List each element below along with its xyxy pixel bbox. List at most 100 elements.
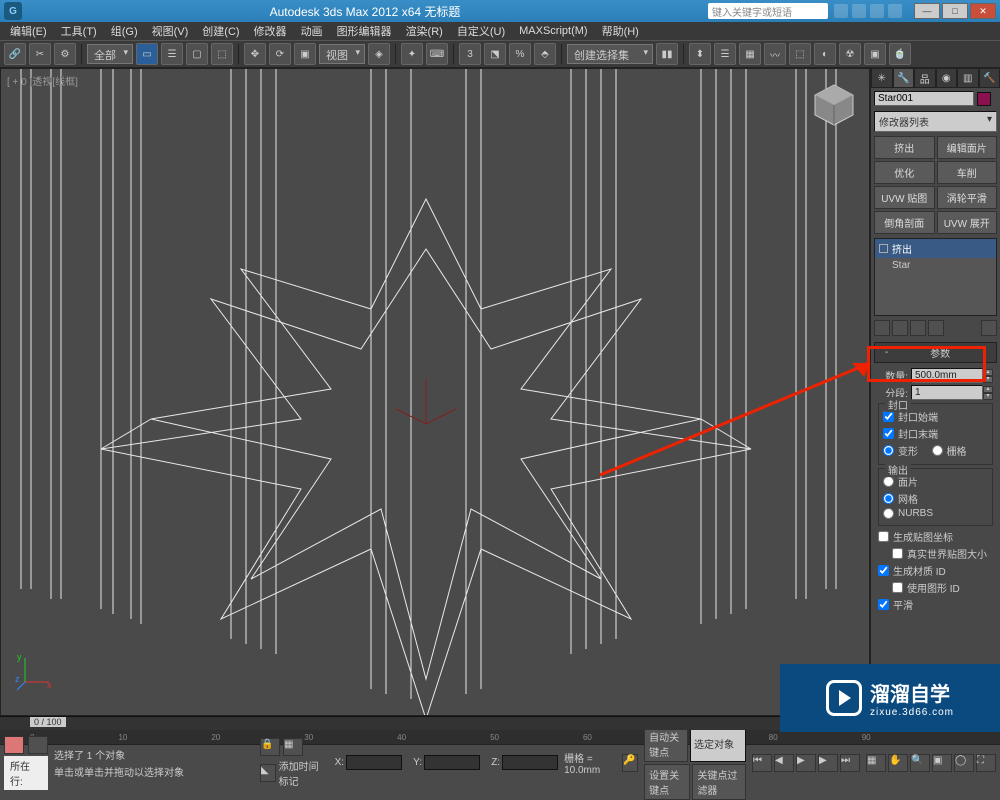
remove-mod-icon[interactable]: [928, 320, 944, 336]
menu-render[interactable]: 渲染(R): [400, 21, 449, 41]
info-icon[interactable]: [888, 4, 902, 18]
schematic-icon[interactable]: ⬚: [789, 43, 811, 65]
tab-motion[interactable]: ◉: [936, 68, 958, 88]
menu-views[interactable]: 视图(V): [146, 21, 195, 41]
maxscript-mini-icon[interactable]: [4, 736, 24, 754]
render-icon[interactable]: 🍵: [889, 43, 911, 65]
key-filter-button[interactable]: 关键点过滤器: [692, 764, 746, 800]
modifier-stack[interactable]: 挤出 Star: [874, 238, 997, 316]
vp-toggle-icon[interactable]: ▦: [866, 754, 886, 772]
menu-create[interactable]: 创建(C): [196, 21, 245, 41]
render-frame-icon[interactable]: ▣: [864, 43, 886, 65]
goto-start-icon[interactable]: ⏮: [752, 754, 772, 772]
pin-stack-icon[interactable]: [874, 320, 890, 336]
signin-icon[interactable]: [870, 4, 884, 18]
isolate-icon[interactable]: ▦: [283, 738, 303, 756]
seg-down[interactable]: ▾: [983, 393, 993, 400]
time-ruler[interactable]: 0102030405060708090: [0, 730, 1000, 744]
eye-icon[interactable]: [879, 244, 888, 253]
unique-icon[interactable]: [910, 320, 926, 336]
menu-group[interactable]: 组(G): [105, 21, 144, 41]
use-shape-check[interactable]: [892, 582, 903, 593]
select-icon[interactable]: ▭: [136, 43, 158, 65]
bind-icon[interactable]: ⚙: [54, 43, 76, 65]
modifier-list-dropdown[interactable]: 修改器列表: [874, 111, 997, 132]
minimize-button[interactable]: —: [914, 3, 940, 19]
menu-maxscript[interactable]: MAXScript(M): [513, 23, 593, 39]
mirror-icon[interactable]: ▮▮: [656, 43, 678, 65]
menu-graph[interactable]: 图形编辑器: [331, 21, 398, 41]
autokey-button[interactable]: 自动关键点: [644, 726, 688, 762]
show-end-icon[interactable]: [892, 320, 908, 336]
amount-up[interactable]: ▴: [983, 369, 993, 376]
btn-uvw-unwrap[interactable]: UVW 展开: [937, 211, 998, 234]
move-icon[interactable]: ✥: [244, 43, 266, 65]
btn-turbosmooth[interactable]: 涡轮平滑: [937, 186, 998, 209]
percent-snap-icon[interactable]: %: [509, 43, 531, 65]
tab-display[interactable]: ▥: [957, 68, 979, 88]
next-frame-icon[interactable]: ▶: [818, 754, 838, 772]
time-marker[interactable]: 0 / 100: [30, 717, 66, 727]
named-sel-dropdown[interactable]: 创建选择集: [567, 44, 653, 64]
tab-modify[interactable]: 🔧: [893, 68, 915, 88]
amount-down[interactable]: ▾: [983, 376, 993, 383]
seg-up[interactable]: ▴: [983, 386, 993, 393]
ref-coord-dropdown[interactable]: 视图: [319, 44, 365, 64]
orbit-icon[interactable]: ◯: [954, 754, 974, 772]
viewport-label[interactable]: [ + 0 ]透视[线框]: [7, 73, 78, 88]
gen-map-check[interactable]: [878, 531, 889, 542]
spinner-snap-icon[interactable]: ⬘: [534, 43, 556, 65]
menu-customize[interactable]: 自定义(U): [451, 21, 511, 41]
window-crossing-icon[interactable]: ⬚: [211, 43, 233, 65]
configure-icon[interactable]: [981, 320, 997, 336]
real-world-check[interactable]: [892, 548, 903, 559]
viewcube[interactable]: [809, 79, 859, 129]
grid-radio[interactable]: [932, 445, 943, 456]
angle-snap-icon[interactable]: ⬔: [484, 43, 506, 65]
btn-uvw-map[interactable]: UVW 贴图: [874, 186, 935, 209]
tab-hierarchy[interactable]: 品: [914, 68, 936, 88]
goto-end-icon[interactable]: ⏭: [840, 754, 860, 772]
add-time-tag[interactable]: 添加时间标记: [279, 758, 324, 788]
tag-icon[interactable]: ◣: [260, 764, 276, 782]
mesh-radio[interactable]: [883, 493, 894, 504]
pan-icon[interactable]: ✋: [888, 754, 908, 772]
object-name-input[interactable]: [874, 91, 974, 106]
zoom-icon[interactable]: 🔍: [910, 754, 930, 772]
tab-create[interactable]: ✳: [871, 68, 893, 88]
object-color-swatch[interactable]: [977, 92, 991, 106]
play-icon[interactable]: ▶: [796, 754, 816, 772]
maximize-button[interactable]: □: [942, 3, 968, 19]
render-setup-icon[interactable]: ☢: [839, 43, 861, 65]
layers-icon[interactable]: ☰: [714, 43, 736, 65]
segments-spinner[interactable]: [911, 385, 983, 400]
snap-toggle-icon[interactable]: 3: [459, 43, 481, 65]
smooth-check[interactable]: [878, 599, 889, 610]
setkey-button[interactable]: 设置关键点: [644, 764, 690, 800]
star-icon[interactable]: [852, 4, 866, 18]
scale-icon[interactable]: ▣: [294, 43, 316, 65]
selection-filter-dropdown[interactable]: 全部: [87, 44, 133, 64]
menu-modifiers[interactable]: 修改器: [248, 21, 293, 41]
btn-extrude[interactable]: 挤出: [874, 136, 935, 159]
maximize-vp-icon[interactable]: ⛶: [976, 754, 996, 772]
help-icon[interactable]: [834, 4, 848, 18]
close-button[interactable]: ✕: [970, 3, 996, 19]
graphite-icon[interactable]: ▦: [739, 43, 761, 65]
keying-set-dropdown[interactable]: [690, 726, 746, 762]
tab-utilities[interactable]: 🔨: [979, 68, 1000, 88]
material-editor-icon[interactable]: ◐: [814, 43, 836, 65]
nurbs-radio[interactable]: [883, 508, 894, 519]
unlink-icon[interactable]: ✂: [29, 43, 51, 65]
btn-optimize[interactable]: 优化: [874, 161, 935, 184]
menu-anim[interactable]: 动画: [295, 21, 329, 41]
prev-frame-icon[interactable]: ◀: [774, 754, 794, 772]
listener-icon[interactable]: [28, 736, 48, 754]
stack-item-star[interactable]: Star: [875, 258, 996, 273]
menu-help[interactable]: 帮助(H): [596, 21, 645, 41]
search-input[interactable]: 键入关键字或短语: [708, 3, 828, 19]
lock-icon[interactable]: 🔒: [260, 738, 280, 756]
btn-bevel-profile[interactable]: 倒角剖面: [874, 211, 935, 234]
btn-edit-patch[interactable]: 编辑面片: [937, 136, 998, 159]
menu-tools[interactable]: 工具(T): [55, 21, 103, 41]
